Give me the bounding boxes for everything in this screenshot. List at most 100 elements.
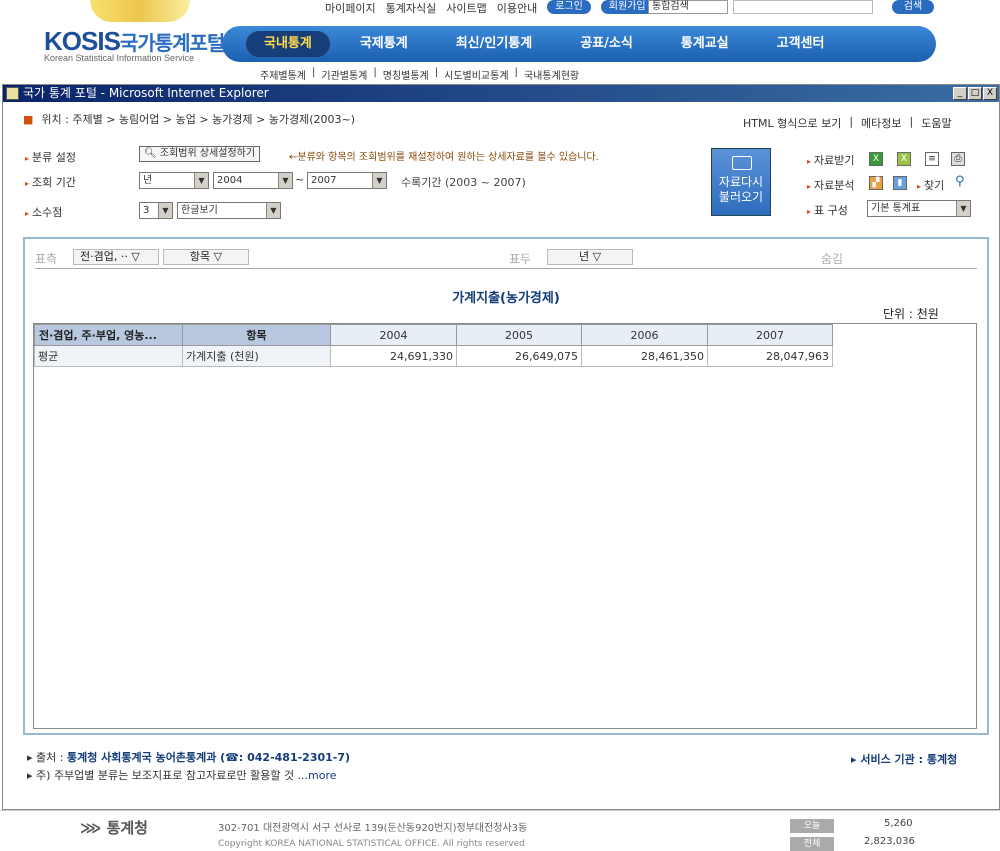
search-button[interactable]: 검색 xyxy=(892,0,934,14)
chevron-down-icon: ▼ xyxy=(278,173,292,188)
nav-domestic[interactable]: 국내통계 xyxy=(246,31,330,57)
year-header[interactable]: 2006 xyxy=(581,324,708,346)
clipboard-icon[interactable]: ≡ xyxy=(925,152,939,166)
reload-data-button[interactable]: 자료다시 불러오기 xyxy=(711,148,771,216)
view-mode-select[interactable]: 한글보기 ▼ xyxy=(177,202,281,219)
period-separator: ~ xyxy=(295,173,305,186)
period-unit-select[interactable]: 년 ▼ xyxy=(139,172,209,189)
excel-icon[interactable]: X xyxy=(869,152,883,166)
help-link[interactable]: 도움말 xyxy=(921,115,951,131)
logo-decoration xyxy=(90,0,190,22)
value-cell: 26,649,075 xyxy=(456,345,582,367)
dim-header-category[interactable]: 전·겸업, 주·부업, 영농... xyxy=(34,324,183,346)
note-line: ▸ 주) 주부업별 분류는 보조지표로 참고자료로만 활용할 것 ...more xyxy=(27,769,337,782)
service-org: ▸ 서비스 기관 : 통계청 xyxy=(851,753,958,766)
dim-header-item[interactable]: 항목 xyxy=(182,324,331,346)
maximize-button[interactable]: □ xyxy=(968,87,982,100)
browser-window: 국가 통계 포털 - Microsoft Internet Explorer _… xyxy=(2,84,1000,810)
search-input[interactable] xyxy=(733,0,873,14)
site-header: KOSIS국가통계포털 Korean Statistical Informati… xyxy=(0,0,1000,84)
breadcrumb-text: 위치 : 주제별 > 농림어업 > 농업 > 농가경제 > 농가경제(2003~… xyxy=(41,113,356,126)
triangle-down-icon: ▽ xyxy=(592,250,602,263)
html-view-link[interactable]: HTML 형식으로 보기 xyxy=(743,115,841,131)
util-link-guide[interactable]: 이용안내 xyxy=(497,0,537,15)
subnav-region[interactable]: 시도별비교통계 xyxy=(444,67,508,82)
year-header[interactable]: 2007 xyxy=(707,324,833,346)
footer-copyright: Copyright KOREA NATIONAL STATISTICAL OFF… xyxy=(218,839,525,849)
period-from-select[interactable]: 2004 ▼ xyxy=(213,172,293,189)
table-header-row: 전·겸업, 주·부업, 영농... 항목 2004 2005 2006 2007 xyxy=(34,324,833,346)
total-value: 2,823,036 xyxy=(864,836,915,847)
window-title: 국가 통계 포털 - Microsoft Internet Explorer xyxy=(23,86,269,100)
footer-logo: ⋙ 통계청 xyxy=(80,819,148,837)
ie-icon xyxy=(6,87,19,100)
triangle-down-icon: ▽ xyxy=(213,250,223,263)
main-nav: 국내통계 국제통계 최신/인기통계 공표/소식 통계교실 고객센터 xyxy=(222,26,936,62)
search-icon[interactable]: ⚲ xyxy=(955,174,965,189)
more-link[interactable]: ...more xyxy=(298,769,337,782)
join-button[interactable]: 회원가입 xyxy=(600,0,654,14)
nav-latest[interactable]: 최신/인기통계 xyxy=(438,31,551,57)
head-axis-label: 표두 xyxy=(509,252,532,266)
period-note: 수록기간 (2003 ~ 2007) xyxy=(401,176,526,189)
stub-axis-label: 표측 xyxy=(35,252,58,266)
sub-nav: 주제별통계 | 기관별통계 | 명칭별통계 | 시도별비교통계 | 국내통계현황 xyxy=(260,67,580,82)
nav-support[interactable]: 고객센터 xyxy=(759,31,843,57)
stub-chip-item[interactable]: 항목 ▽ xyxy=(163,249,249,265)
year-header[interactable]: 2004 xyxy=(330,324,457,346)
minimize-button[interactable]: _ xyxy=(953,87,967,100)
unit-label: 단위 : 천원 xyxy=(883,307,939,321)
top-right-links: HTML 형식으로 보기 | 메타정보 | 도움말 xyxy=(743,115,952,131)
nav-international[interactable]: 국제통계 xyxy=(342,31,426,57)
chevron-down-icon: ▼ xyxy=(372,173,386,188)
util-link-mypage[interactable]: 마이페이지 xyxy=(325,0,376,15)
window-titlebar[interactable]: 국가 통계 포털 - Microsoft Internet Explorer xyxy=(3,85,999,102)
magnifier-icon: 🔍︎ xyxy=(144,148,160,159)
source-link[interactable]: 통계청 사회통계국 농어촌통계과 (☎: 042-481-2301-7) xyxy=(67,751,350,764)
category-label: 분류 설정 xyxy=(25,149,76,165)
subnav-status[interactable]: 국내통계현황 xyxy=(524,67,579,82)
table-title: 가계지출(농가경제) xyxy=(452,291,560,306)
find-label[interactable]: 찾기 xyxy=(917,177,944,193)
subnav-topic[interactable]: 주제별통계 xyxy=(260,67,306,82)
search-scope-select[interactable]: 통합검색 xyxy=(648,0,728,14)
decimal-select[interactable]: 3 ▼ xyxy=(139,202,173,219)
total-label: 전체 xyxy=(790,837,834,851)
subnav-agency[interactable]: 기관별통계 xyxy=(321,67,367,82)
download-label: 자료받기 xyxy=(807,152,854,168)
today-value: 5,260 xyxy=(884,818,913,829)
print-icon[interactable]: ⎙ xyxy=(951,152,965,166)
chart-icon[interactable]: ▞ xyxy=(869,176,883,190)
value-cell: 24,691,330 xyxy=(330,345,457,367)
range-settings-button[interactable]: 🔍︎ 조회범위 상세설정하기 xyxy=(139,146,261,162)
head-chip-year[interactable]: 년 ▽ xyxy=(547,249,633,265)
nav-news[interactable]: 공표/소식 xyxy=(562,31,651,57)
bar-chart-icon[interactable]: ▮ xyxy=(893,176,907,190)
login-button[interactable]: 로그인 xyxy=(547,0,591,14)
source-line: ▸ 출처 : 통계청 사회통계국 농어촌통계과 (☎: 042-481-2301… xyxy=(27,751,351,764)
footer-address: 302-701 대전광역시 서구 선사로 139(둔산동920번지)정부대전청사… xyxy=(218,823,528,834)
meta-info-link[interactable]: 메타정보 xyxy=(861,115,901,131)
period-to-select[interactable]: 2007 ▼ xyxy=(307,172,387,189)
year-header[interactable]: 2005 xyxy=(456,324,582,346)
triangle-down-icon: ▽ xyxy=(131,250,140,263)
table-config-select[interactable]: 기본 통계표 ▼ xyxy=(867,200,971,217)
site-footer: ⋙ 통계청 302-701 대전광역시 서구 선사로 139(둔산동920번지)… xyxy=(0,810,1000,851)
period-label: 조회 기간 xyxy=(25,174,76,190)
data-table: 전·겸업, 주·부업, 영농... 항목 2004 2005 2006 2007… xyxy=(34,324,833,367)
breadcrumb: ■ 위치 : 주제별 > 농림어업 > 농업 > 농가경제 > 농가경제(2003… xyxy=(23,111,355,127)
analysis-label: 자료분석 xyxy=(807,177,854,193)
nav-classroom[interactable]: 통계교실 xyxy=(663,31,747,57)
util-link-sitemap[interactable]: 사이트맵 xyxy=(446,0,486,15)
table-row: 평균 가계지출 (천원) 24,691,330 26,649,075 28,46… xyxy=(34,345,833,367)
excel-alt-icon[interactable]: X xyxy=(897,152,911,166)
logo-text: KOSIS xyxy=(44,26,121,56)
close-button[interactable]: X xyxy=(983,87,997,100)
range-hint: ←분류와 항목의 조회범위를 재설정하여 원하는 상세자료를 볼수 있습니다. xyxy=(289,152,599,163)
util-link-knowledge[interactable]: 통계자식실 xyxy=(386,0,437,15)
subnav-name[interactable]: 명칭별통계 xyxy=(383,67,429,82)
logo-subtitle: Korean Statistical Information Service xyxy=(44,53,195,63)
chevron-down-icon: ▼ xyxy=(956,201,970,216)
bullet-icon: ■ xyxy=(23,113,34,126)
stub-chip-category[interactable]: 전·겸업, ·· ▽ xyxy=(73,249,159,265)
